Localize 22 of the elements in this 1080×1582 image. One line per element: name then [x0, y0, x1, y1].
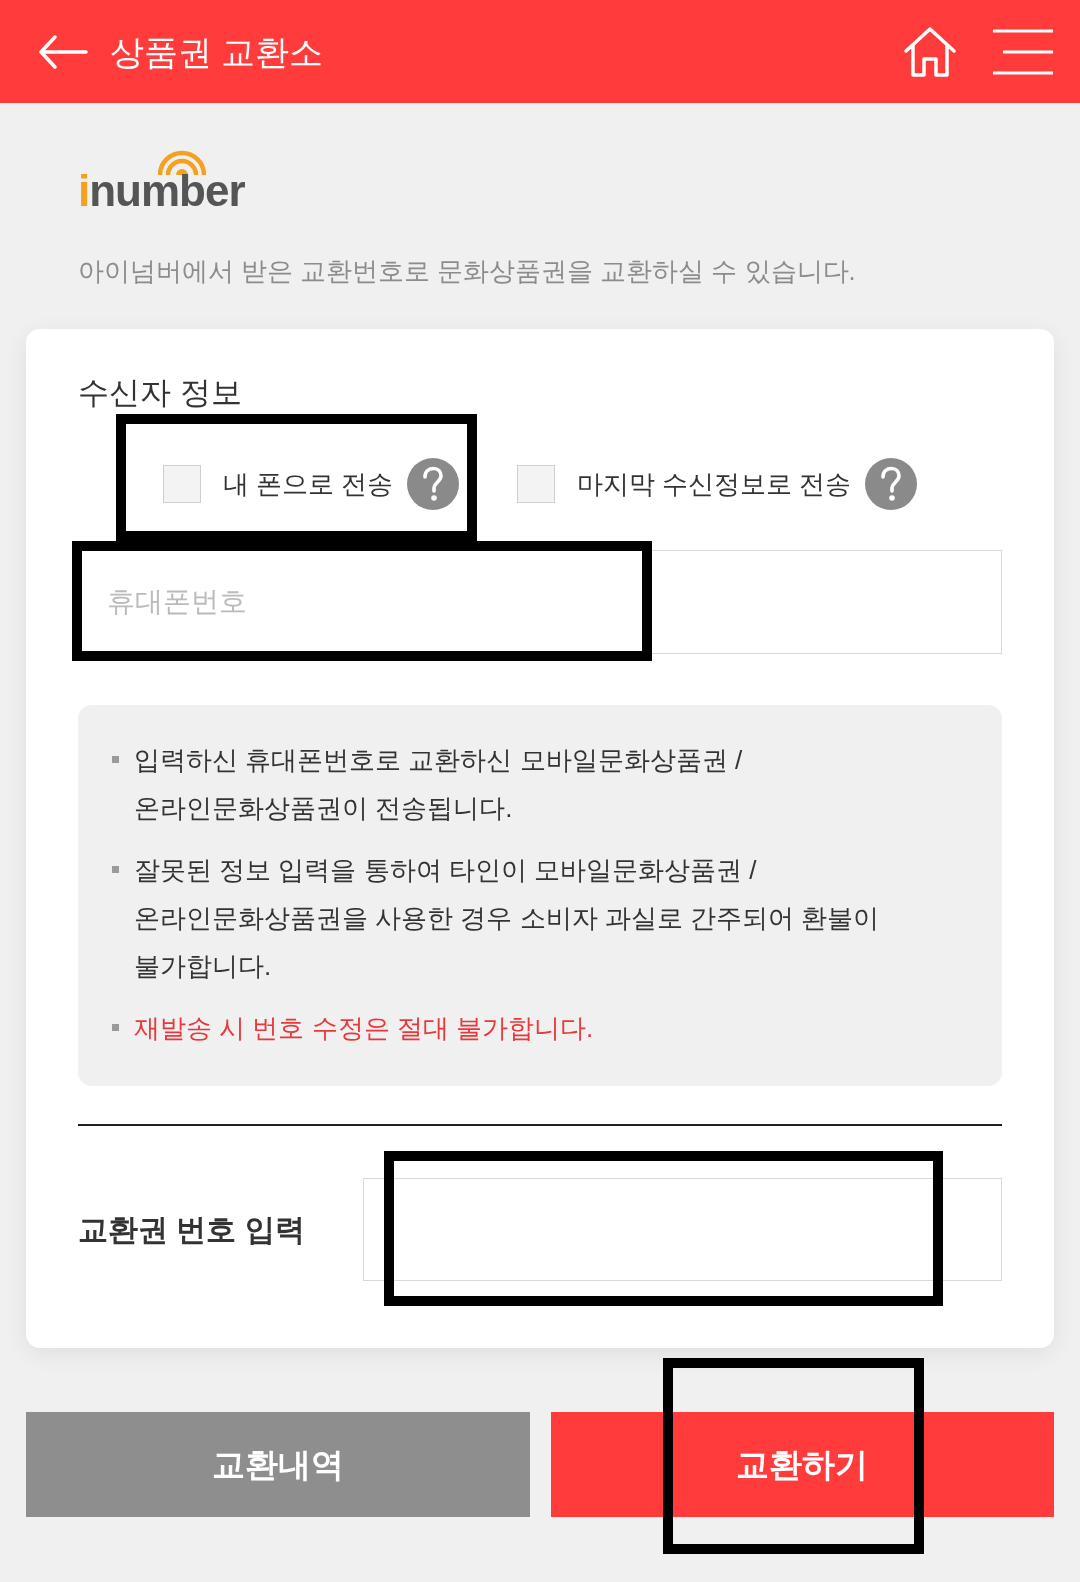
notice-text: 입력하신 휴대폰번호로 교환하신 모바일문화상품권 / 온라인문화상품권이 전송됩니다.: [134, 744, 744, 825]
page-title: 상품권 교환소: [110, 34, 324, 69]
intro-text: 아이넘버에서 받은 교환번호로 문화상품권을 교환하실 수 있습니다.: [78, 256, 857, 287]
bullet-icon: [112, 866, 119, 873]
checkbox-label[interactable]: 내 폰으로 전송: [222, 471, 393, 497]
code-input-field[interactable]: [363, 1178, 1002, 1281]
notice-text: 잘못된 정보 입력을 통하여 타인이 모바일문화상품권 / 온라인문화상품권을 사용한 경우 소비자 과실로 간주되어 환불이 불가합니다.: [134, 854, 881, 983]
checkbox[interactable]: [162, 465, 201, 503]
checkbox-label[interactable]: 마지막 수신정보로 전송: [577, 471, 852, 497]
help-icon[interactable]: [407, 458, 459, 510]
code-label: 교환권 번호 입력: [78, 1214, 306, 1245]
checkbox[interactable]: [517, 465, 555, 503]
home-icon[interactable]: [904, 26, 956, 77]
logo-text: inumber: [78, 169, 245, 213]
notice-text: 재발송 시 번호 수정은 절대 불가합니다.: [134, 1012, 594, 1045]
bullet-icon: [112, 1024, 119, 1031]
back-arrow-icon[interactable]: [38, 33, 88, 70]
action-button[interactable]: 교환하기: [550, 1412, 1054, 1517]
bullet-icon: [112, 756, 119, 763]
menu-icon[interactable]: [992, 28, 1054, 75]
help-icon[interactable]: [865, 458, 918, 510]
section-title: 수신자 정보: [78, 374, 243, 412]
